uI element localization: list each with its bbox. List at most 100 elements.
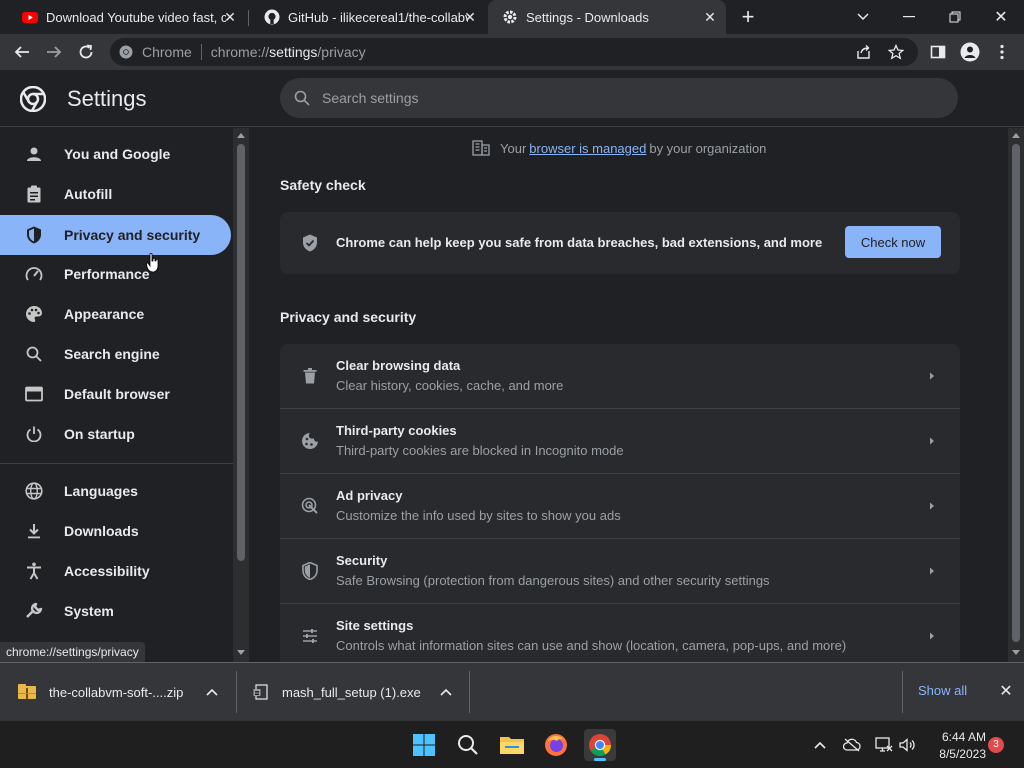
scroll-down-arrow-icon[interactable]: [237, 650, 245, 656]
notification-count-badge[interactable]: 3: [988, 737, 1004, 753]
shield-check-icon: [303, 234, 317, 252]
sidebar-scrollbar[interactable]: [233, 128, 249, 662]
volume-tray[interactable]: [898, 735, 918, 755]
settings-main-content: Your browser is managed by your organiza…: [250, 128, 1008, 662]
exe-file-icon: [253, 684, 268, 700]
chrome-taskbar-button[interactable]: [584, 729, 616, 761]
search-icon: [458, 735, 478, 755]
person-icon: [24, 144, 44, 164]
row-subtitle: Clear history, cookies, cache, and more: [336, 378, 564, 393]
sidebar-item-appearance[interactable]: Appearance: [0, 294, 231, 334]
tab-strip: Download Youtube video fast, co ✕ GitHub…: [0, 0, 1024, 34]
forward-button[interactable]: [42, 40, 66, 64]
row-title: Site settings: [336, 618, 414, 633]
building-icon: [472, 140, 490, 156]
site-settings-row[interactable]: Site settings Controls what information …: [280, 604, 960, 662]
clock-date[interactable]: 8/5/2023: [930, 747, 986, 761]
accessibility-icon: [24, 561, 44, 581]
back-button[interactable]: [10, 40, 34, 64]
restore-button[interactable]: [932, 0, 978, 34]
ad-privacy-row[interactable]: Ad privacy Customize the info used by si…: [280, 474, 960, 539]
download-item-zip[interactable]: the-collabvm-soft-....zip: [18, 663, 228, 721]
wrench-icon: [24, 601, 44, 621]
settings-gear-icon: [503, 10, 517, 24]
tab-search-button[interactable]: [840, 0, 886, 34]
back-arrow-icon: [14, 46, 29, 58]
menu-button[interactable]: [990, 40, 1014, 64]
youtube-icon: [22, 12, 38, 23]
sidebar-item-label: Languages: [64, 483, 138, 499]
scroll-up-arrow-icon[interactable]: [237, 132, 245, 138]
sidebar-item-languages[interactable]: Languages: [0, 471, 231, 511]
scroll-up-arrow-icon[interactable]: [1012, 132, 1020, 138]
ad-privacy-icon: [300, 496, 320, 516]
share-icon[interactable]: [856, 44, 872, 60]
tab-title: Settings - Downloads: [526, 9, 649, 25]
sidebar-item-default-browser[interactable]: Default browser: [0, 374, 231, 414]
onedrive-tray[interactable]: [842, 735, 862, 755]
chevron-up-icon[interactable]: [440, 688, 452, 696]
sidebar-item-autofill[interactable]: Autofill: [0, 174, 231, 214]
file-explorer-button[interactable]: [496, 729, 528, 761]
close-window-button[interactable]: ✕: [978, 0, 1024, 34]
sidebar-item-downloads[interactable]: Downloads: [0, 511, 231, 551]
taskbar-search-button[interactable]: [452, 729, 484, 761]
side-panel-button[interactable]: [926, 40, 950, 64]
sidebar-scroll-thumb[interactable]: [237, 144, 245, 561]
firefox-icon: [545, 734, 567, 756]
trash-icon: [300, 366, 320, 386]
power-icon: [24, 424, 44, 444]
network-tray[interactable]: [874, 735, 894, 755]
show-hidden-icons-button[interactable]: [810, 735, 830, 755]
sidebar-item-label: Search engine: [64, 346, 160, 362]
check-now-button[interactable]: Check now: [845, 226, 941, 258]
search-input[interactable]: [322, 90, 922, 106]
address-bar[interactable]: Chrome chrome://settings/privacy: [110, 38, 918, 66]
tab-youtube[interactable]: Download Youtube video fast, co ✕: [8, 0, 246, 34]
link-status-bubble: chrome://settings/privacy: [0, 642, 145, 662]
sidebar-item-system[interactable]: System: [0, 591, 231, 631]
sidebar-item-on-startup[interactable]: On startup: [0, 414, 231, 454]
start-button[interactable]: [408, 729, 440, 761]
scroll-down-arrow-icon[interactable]: [1012, 650, 1020, 656]
show-all-downloads-link[interactable]: Show all: [918, 683, 967, 698]
sidebar-item-search-engine[interactable]: Search engine: [0, 334, 231, 374]
minimize-button[interactable]: [886, 0, 932, 34]
chevron-up-icon: [814, 741, 826, 749]
chevron-up-icon[interactable]: [206, 688, 218, 696]
chevron-down-icon: [857, 13, 869, 21]
tab-close-icon[interactable]: ✕: [702, 9, 718, 25]
tab-close-icon[interactable]: ✕: [462, 9, 478, 25]
sidebar-item-label: Autofill: [64, 186, 113, 202]
settings-search-box[interactable]: [280, 78, 958, 118]
main-scrollbar[interactable]: [1008, 128, 1024, 662]
sidebar-item-performance[interactable]: Performance: [0, 254, 231, 294]
profile-button[interactable]: [958, 40, 982, 64]
safety-check-description: Chrome can help keep you safe from data …: [336, 235, 823, 250]
firefox-button[interactable]: [540, 729, 572, 761]
windows-taskbar: 6:44 AM 8/5/2023 3: [0, 720, 1024, 768]
reload-button[interactable]: [74, 40, 98, 64]
sidebar-item-you-and-google[interactable]: You and Google: [0, 134, 231, 174]
security-row[interactable]: Security Safe Browsing (protection from …: [280, 539, 960, 604]
sidebar-item-accessibility[interactable]: Accessibility: [0, 551, 231, 591]
close-download-shelf-icon[interactable]: ✕: [997, 683, 1015, 701]
third-party-cookies-row[interactable]: Third-party cookies Third-party cookies …: [280, 409, 960, 474]
clock-time[interactable]: 6:44 AM: [930, 730, 986, 744]
sidebar-item-privacy-and-security[interactable]: Privacy and security: [0, 215, 231, 255]
folder-icon: [500, 737, 524, 754]
kebab-menu-icon: [1000, 44, 1004, 60]
browser-managed-link[interactable]: browser is managed: [529, 141, 646, 156]
tab-github[interactable]: GitHub - ilikecereal1/the-collabvm ✕: [250, 0, 486, 34]
download-item-exe[interactable]: mash_full_setup (1).exe: [253, 663, 463, 721]
tab-close-icon[interactable]: ✕: [222, 9, 238, 25]
restore-icon: [949, 11, 961, 23]
clear-browsing-data-row[interactable]: Clear browsing data Clear history, cooki…: [280, 344, 960, 409]
forward-arrow-icon: [47, 46, 62, 58]
sidebar-item-label: Performance: [64, 266, 150, 282]
main-scroll-thumb[interactable]: [1012, 144, 1020, 642]
cookie-icon: [300, 431, 320, 451]
new-tab-button[interactable]: +: [730, 0, 766, 34]
tab-settings[interactable]: Settings - Downloads ✕: [488, 0, 726, 34]
star-bookmark-icon[interactable]: [888, 44, 904, 60]
